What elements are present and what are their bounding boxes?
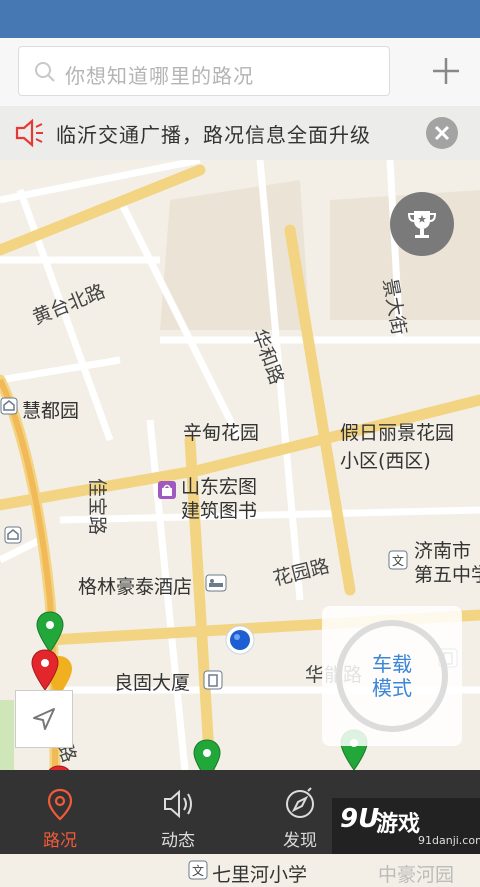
road-label: 佳宝路 [86, 478, 108, 536]
poi-label: 第五中学 [414, 564, 480, 586]
close-banner-button[interactable] [426, 117, 458, 149]
poi-label: 济南市 [414, 540, 472, 562]
poi-label: 假日丽景花园 [340, 422, 455, 444]
poi-label: 中豪河园 [378, 864, 455, 886]
search-icon [35, 62, 55, 82]
svg-text:文: 文 [192, 863, 204, 878]
poi-label: 格林豪泰酒店 [78, 576, 193, 598]
tab-label: 动态 [161, 831, 195, 851]
watermark-logo: 9U 游戏 91danji.com [332, 798, 480, 854]
close-icon [434, 125, 450, 141]
poi-label: 辛甸花园 [183, 422, 260, 444]
residential-icon [0, 397, 18, 415]
school-icon: 文 [388, 550, 408, 570]
car-mode-panel: 车载 模式 [322, 606, 462, 746]
car-mode-label: 车载 模式 [368, 652, 416, 700]
tab-updates[interactable]: 动态 [118, 770, 238, 854]
school-icon: 文 [188, 860, 208, 880]
watermark-name: 游戏 [376, 812, 421, 837]
car-mode-button[interactable]: 车载 模式 [336, 620, 448, 732]
speaker-icon [164, 789, 192, 819]
hotel-icon [205, 574, 227, 592]
poi-label: 良固大厦 [114, 672, 191, 694]
broadcast-banner[interactable]: 临沂交通广播，路况信息全面升级 [0, 106, 480, 160]
shopping-bag-icon [158, 481, 176, 499]
car-mode-line1: 车载 [372, 652, 412, 676]
red-pin-icon[interactable] [30, 648, 60, 692]
search-bar: 你想知道哪里的路况 [0, 38, 480, 107]
residential-icon [4, 526, 22, 544]
poi-label: 山东宏图 [181, 476, 258, 498]
watermark-logo-mark: 9U [340, 804, 380, 834]
tab-label: 路况 [43, 831, 77, 851]
status-bar [0, 0, 480, 38]
search-input[interactable]: 你想知道哪里的路况 [18, 46, 390, 96]
speaker-icon [15, 118, 43, 148]
location-pin-icon [47, 788, 73, 821]
poi-label: 小区(西区) [340, 450, 431, 472]
svg-text:文: 文 [392, 553, 404, 568]
building-icon [203, 670, 223, 690]
banner-text: 临沂交通广播，路况信息全面升级 [56, 123, 371, 147]
plus-icon [433, 58, 459, 84]
current-location-icon [225, 625, 255, 655]
navigation-arrow-icon [33, 708, 55, 730]
search-placeholder: 你想知道哪里的路况 [65, 64, 254, 88]
poi-label: 七里河小学 [212, 864, 308, 886]
poi-label: 建筑图书 [181, 500, 258, 522]
compass-icon [286, 787, 314, 818]
trophy-icon [407, 211, 437, 238]
poi-label: 慧都园 [22, 400, 80, 422]
add-button[interactable] [424, 46, 468, 96]
tab-traffic[interactable]: 路况 [0, 770, 120, 854]
car-mode-line2: 模式 [372, 676, 412, 700]
locate-button[interactable] [15, 690, 73, 748]
watermark-domain: 91danji.com [418, 834, 480, 847]
trophy-button[interactable] [390, 192, 454, 256]
